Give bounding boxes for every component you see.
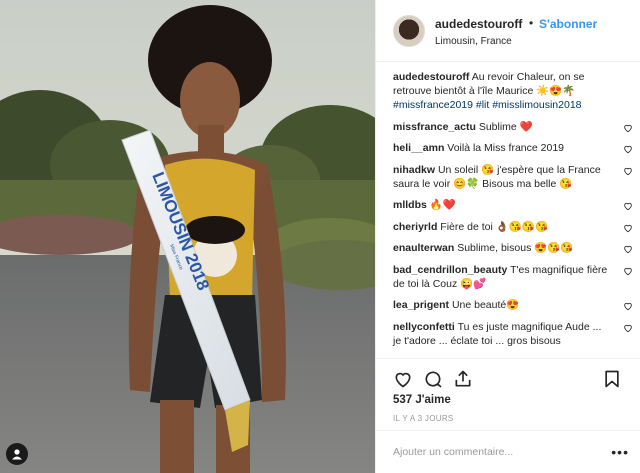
comment-username[interactable]: missfrance_actu xyxy=(393,121,476,133)
heart-icon[interactable] xyxy=(623,244,633,254)
heart-icon[interactable] xyxy=(623,166,633,176)
heart-icon[interactable] xyxy=(623,323,633,333)
comment-text: Sublime ❤️ xyxy=(478,120,533,133)
heart-icon[interactable] xyxy=(393,369,413,389)
action-bar xyxy=(376,358,640,398)
comment-input[interactable] xyxy=(393,443,573,461)
comment-username[interactable]: heli__amn xyxy=(393,142,444,154)
header-location[interactable]: Limousin, France xyxy=(435,36,512,47)
comment-text: Une beauté😍 xyxy=(451,299,520,311)
comment-username[interactable]: nihadkw xyxy=(393,164,435,176)
heart-icon[interactable] xyxy=(623,266,633,276)
comment-username[interactable]: mlldbs xyxy=(393,199,427,211)
comment-username[interactable]: bad_cendrillon_beauty xyxy=(393,264,507,276)
heart-icon[interactable] xyxy=(623,144,633,154)
caption-hashtags[interactable]: #missfrance2019 #lit #misslimousin2018 xyxy=(393,99,582,111)
comment-icon[interactable] xyxy=(423,369,443,389)
comment-text: 🔥❤️ xyxy=(429,199,456,211)
heart-icon[interactable] xyxy=(623,123,633,133)
comment-username[interactable]: enaulterwan xyxy=(393,242,454,254)
avatar[interactable] xyxy=(393,15,425,47)
comment-username[interactable]: lea_prigent xyxy=(393,299,449,311)
caption: audedestouroff Au revoir Chaleur, on se … xyxy=(393,70,633,112)
more-options-icon[interactable]: ••• xyxy=(611,444,629,460)
post-container: LIMOUSIN 2018 Miss France audedestouroff… xyxy=(0,0,640,473)
list-item: enaulterwan Sublime, bisous 😍😘😘 xyxy=(393,241,633,255)
comment-text: Sublime, bisous 😍😘😘 xyxy=(457,242,574,254)
header-username[interactable]: audedestouroff xyxy=(435,17,522,31)
list-item: cheriyrld Fière de toi 👌🏾😘😘😘 xyxy=(393,220,633,234)
comment-username[interactable]: nellyconfetti xyxy=(393,321,455,333)
post-photo-illustration: LIMOUSIN 2018 Miss France xyxy=(0,0,375,473)
add-comment-bar: ••• xyxy=(376,430,640,473)
heart-icon[interactable] xyxy=(623,301,633,311)
list-item: nihadkw Un soleil 😘 j'espère que la Fran… xyxy=(393,163,633,191)
comment-username[interactable]: cheriyrld xyxy=(393,221,437,233)
heart-icon[interactable] xyxy=(623,201,633,211)
likes-count[interactable]: 537 J'aime xyxy=(393,394,451,406)
bookmark-icon[interactable] xyxy=(602,369,622,389)
post-timestamp: IL Y A 3 JOURS xyxy=(393,414,454,423)
list-item: mlldbs 🔥❤️ xyxy=(393,198,633,212)
post-photo[interactable]: LIMOUSIN 2018 Miss France xyxy=(0,0,375,473)
post-header: audedestouroff • S'abonner Limousin, Fra… xyxy=(376,0,640,62)
comment-text: Fière de toi 👌🏾😘😘😘 xyxy=(440,220,549,233)
header-separator: • xyxy=(529,16,534,30)
heart-icon[interactable] xyxy=(623,223,633,233)
user-tag-button[interactable] xyxy=(6,443,28,465)
post-side-panel: audedestouroff • S'abonner Limousin, Fra… xyxy=(375,0,640,473)
list-item: heli__amn Voilà la Miss france 2019 xyxy=(393,141,633,155)
follow-button[interactable]: S'abonner xyxy=(539,17,597,31)
list-item: bad_cendrillon_beauty T'es magnifique fi… xyxy=(393,263,633,291)
comment-text: Voilà la Miss france 2019 xyxy=(447,142,565,154)
list-item: missfrance_actu Sublime ❤️ xyxy=(393,120,633,134)
list-item: lea_prigent Une beauté😍 xyxy=(393,298,633,312)
share-icon[interactable] xyxy=(453,369,473,389)
comments-list: audedestouroff Au revoir Chaleur, on se … xyxy=(393,70,633,355)
user-tag-icon xyxy=(12,449,22,460)
list-item: nellyconfetti Tu es juste magnifique Aud… xyxy=(393,320,633,348)
caption-username[interactable]: audedestouroff xyxy=(393,71,469,83)
